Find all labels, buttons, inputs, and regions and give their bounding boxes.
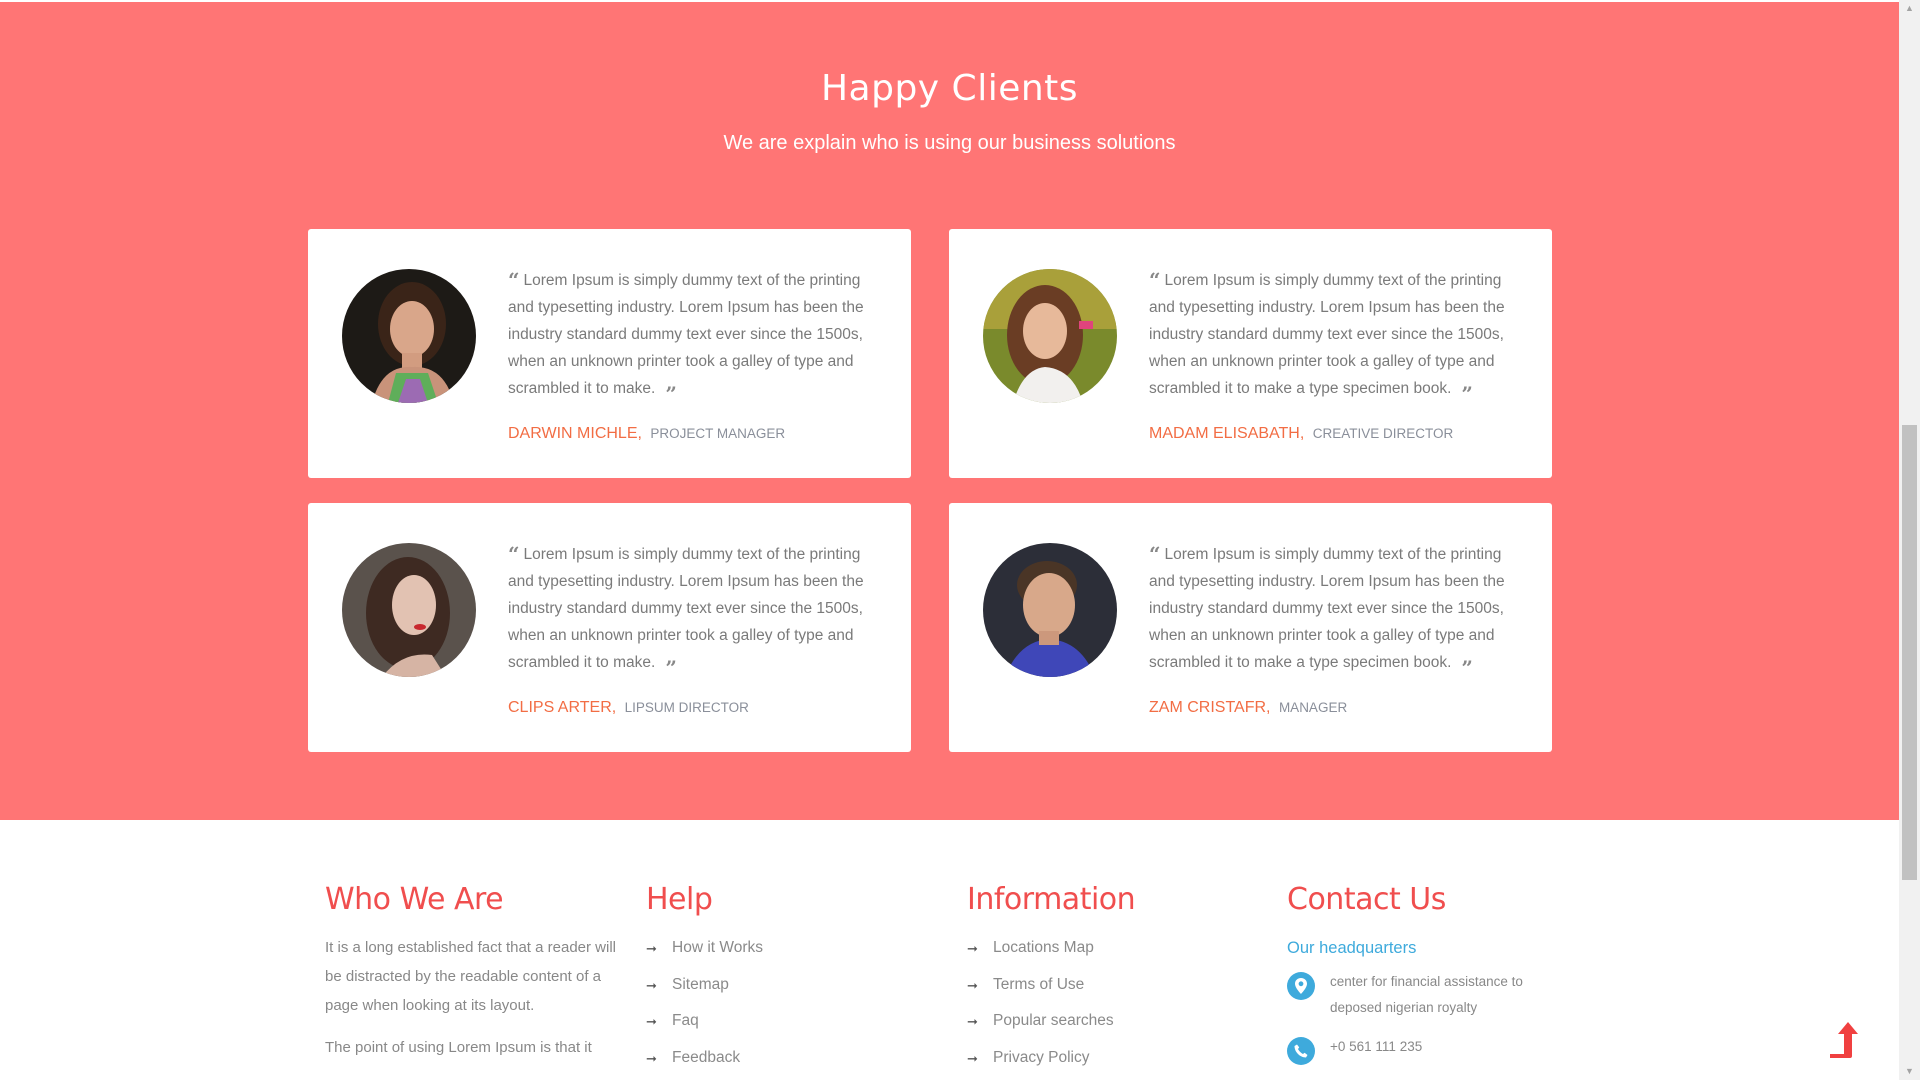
author-role: MANAGER [1279, 700, 1347, 715]
quote-close-icon: ” [665, 382, 677, 406]
author-role: CREATIVE DIRECTOR [1313, 426, 1454, 441]
testimonial-quote: “Lorem Ipsum is simply dummy text of the… [508, 267, 878, 408]
quote-close-icon: ” [1461, 382, 1473, 406]
testimonial-author: ZAM CRISTAFR, MANAGER [1149, 699, 1347, 717]
help-link-list: ➞How it Works ➞Sitemap ➞Faq ➞Feedback [646, 939, 763, 1085]
testimonial-author: MADAM ELISABATH, CREATIVE DIRECTOR [1149, 425, 1453, 443]
testimonial-quote: “Lorem Ipsum is simply dummy text of the… [1149, 267, 1519, 408]
footer-heading: Who We Are [325, 882, 620, 917]
arrow-right-icon: ➞ [646, 941, 672, 957]
quote-close-icon: ” [665, 656, 677, 680]
footer-information: Information ➞Locations Map ➞Terms of Use… [967, 882, 1135, 1085]
testimonial-author: CLIPS ARTER, LIPSUM DIRECTOR [508, 699, 749, 717]
headquarters-link[interactable]: Our headquarters [1287, 939, 1560, 958]
footer-link[interactable]: ➞Locations Map [967, 939, 1135, 976]
author-name: MADAM ELISABATH [1149, 425, 1300, 442]
footer-heading: Help [646, 882, 763, 917]
contact-address: center for financial assistance to depos… [1287, 972, 1560, 1021]
testimonial-card: “Lorem Ipsum is simply dummy text of the… [949, 229, 1552, 478]
client-avatar [342, 269, 476, 403]
testimonial-text: Lorem Ipsum is simply dummy text of the … [508, 546, 864, 671]
quote-close-icon: ” [1461, 656, 1473, 680]
information-link-list: ➞Locations Map ➞Terms of Use ➞Popular se… [967, 939, 1135, 1085]
author-name: DARWIN MICHLE [508, 425, 638, 442]
quote-open-icon: “ [1149, 268, 1161, 292]
section-subtitle: We are explain who is using our business… [0, 132, 1899, 155]
page-scrollbar[interactable]: ▲ ▼ [1899, 0, 1920, 1080]
quote-open-icon: “ [1149, 542, 1161, 566]
arrow-right-icon: ➞ [967, 941, 993, 957]
section-title: Happy Clients [0, 68, 1899, 109]
author-role: LIPSUM DIRECTOR [625, 700, 749, 715]
testimonial-author: DARWIN MICHLE, PROJECT MANAGER [508, 425, 785, 443]
testimonial-text: Lorem Ipsum is simply dummy text of the … [1149, 272, 1505, 397]
footer-link[interactable]: ➞Terms of Use [967, 976, 1135, 1013]
footer-about-text: The point of using Lorem Ipsum is that i… [325, 1033, 620, 1062]
arrow-right-icon: ➞ [646, 1051, 672, 1067]
testimonial-text: Lorem Ipsum is simply dummy text of the … [508, 272, 864, 397]
quote-open-icon: “ [508, 268, 520, 292]
scroll-to-top-button[interactable] [1826, 1020, 1860, 1058]
footer-link[interactable]: ➞Faq [646, 1012, 763, 1049]
footer-contact: Contact Us Our headquarters center for f… [1287, 882, 1560, 1065]
arrow-right-icon: ➞ [967, 1014, 993, 1030]
arrow-right-icon: ➞ [646, 978, 672, 994]
contact-phone: +0 561 111 235 [1287, 1037, 1560, 1065]
scroll-to-top-icon [1826, 1020, 1860, 1058]
address-text: center for financial assistance to depos… [1330, 969, 1560, 1021]
phone-text: +0 561 111 235 [1330, 1034, 1560, 1060]
footer-heading: Information [967, 882, 1135, 917]
footer-help: Help ➞How it Works ➞Sitemap ➞Faq ➞Feedba… [646, 882, 763, 1085]
footer-who-we-are: Who We Are It is a long established fact… [325, 882, 620, 1062]
author-name: ZAM CRISTAFR [1149, 699, 1266, 716]
arrow-right-icon: ➞ [646, 1014, 672, 1030]
quote-open-icon: “ [508, 542, 520, 566]
client-avatar [983, 269, 1117, 403]
footer-heading: Contact Us [1287, 882, 1560, 917]
client-avatar [983, 543, 1117, 677]
footer-link[interactable]: ➞How it Works [646, 939, 763, 976]
phone-icon [1287, 1037, 1315, 1065]
scroll-up-arrow-icon[interactable]: ▲ [1899, 0, 1920, 17]
author-name: CLIPS ARTER [508, 699, 612, 716]
map-pin-icon [1287, 972, 1315, 1000]
footer-link[interactable]: ➞Popular searches [967, 1012, 1135, 1049]
author-role: PROJECT MANAGER [650, 426, 785, 441]
testimonial-card: “Lorem Ipsum is simply dummy text of the… [308, 229, 911, 478]
scrollbar-thumb[interactable] [1902, 425, 1917, 880]
testimonial-quote: “Lorem Ipsum is simply dummy text of the… [1149, 541, 1519, 682]
client-avatar [342, 543, 476, 677]
testimonial-quote: “Lorem Ipsum is simply dummy text of the… [508, 541, 878, 682]
testimonial-card: “Lorem Ipsum is simply dummy text of the… [308, 503, 911, 752]
testimonial-card: “Lorem Ipsum is simply dummy text of the… [949, 503, 1552, 752]
happy-clients-section: Happy Clients We are explain who is usin… [0, 2, 1899, 820]
arrow-right-icon: ➞ [967, 978, 993, 994]
testimonial-text: Lorem Ipsum is simply dummy text of the … [1149, 546, 1505, 671]
footer-about-text: It is a long established fact that a rea… [325, 933, 620, 1020]
arrow-right-icon: ➞ [967, 1051, 993, 1067]
scroll-down-arrow-icon[interactable]: ▼ [1899, 1063, 1920, 1080]
footer-link[interactable]: ➞Sitemap [646, 976, 763, 1013]
